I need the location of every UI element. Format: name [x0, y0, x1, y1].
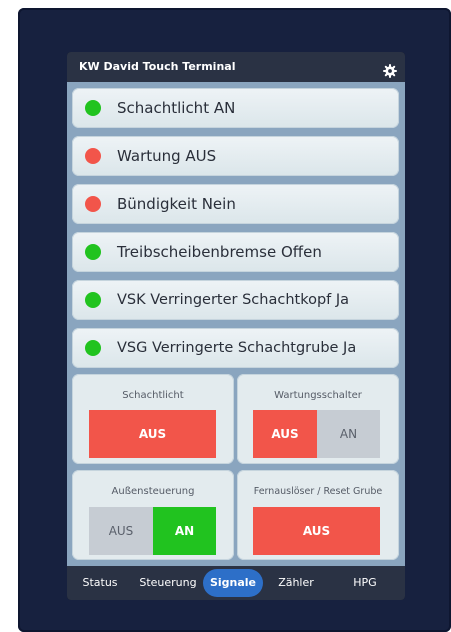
panel-wartungsschalter: Wartungsschalter AUS AN [237, 374, 399, 464]
panel-fernausloeser: Fernauslöser / Reset Grube AUS [237, 470, 399, 560]
signal-row-vsk: VSK Verringerter Schachtkopf Ja [72, 280, 399, 320]
signal-row-vsg: VSG Verringerte Schachtgrube Ja [72, 328, 399, 368]
wartungsschalter-aus-button[interactable]: AUS [253, 410, 317, 458]
signal-label: Bündigkeit Nein [117, 195, 236, 213]
signal-row-wartung: Wartung AUS [72, 136, 399, 176]
status-indicator-red [85, 148, 101, 164]
title-bar: KW David Touch Terminal [67, 52, 405, 82]
signal-label: Wartung AUS [117, 147, 217, 165]
panel-aussensteuerung: Außensteuerung AUS AN [72, 470, 234, 560]
signal-row-treibscheibenbremse: Treibscheibenbremse Offen [72, 232, 399, 272]
aussensteuerung-aus-button[interactable]: AUS [89, 507, 153, 555]
signal-label: VSK Verringerter Schachtkopf Ja [117, 292, 350, 308]
window-title: KW David Touch Terminal [79, 60, 236, 73]
panel-title: Schachtlicht [122, 390, 184, 401]
signal-label: Treibscheibenbremse Offen [117, 243, 322, 261]
status-indicator-green [85, 244, 101, 260]
signal-row-schachtlicht: Schachtlicht AN [72, 88, 399, 128]
status-indicator-green [85, 100, 101, 116]
bottom-navigation: Status Steuerung Signale Zähler HPG [67, 566, 405, 600]
panel-title: Wartungsschalter [274, 390, 362, 401]
tab-signale[interactable]: Signale [203, 569, 263, 597]
panel-title: Fernauslöser / Reset Grube [253, 486, 383, 497]
signal-label: VSG Verringerte Schachtgrube Ja [117, 340, 357, 356]
signals-content: Schachtlicht AN Wartung AUS Bündigkeit N… [67, 82, 405, 566]
tab-steuerung[interactable]: Steuerung [133, 566, 203, 600]
signal-label: Schachtlicht AN [117, 99, 236, 117]
status-indicator-red [85, 196, 101, 212]
gear-icon[interactable] [383, 60, 397, 78]
tab-status[interactable]: Status [77, 566, 123, 600]
tab-zaehler[interactable]: Zähler [275, 566, 317, 600]
tab-hpg[interactable]: HPG [345, 566, 385, 600]
signal-row-buendigkeit: Bündigkeit Nein [72, 184, 399, 224]
schachtlicht-aus-button[interactable]: AUS [89, 410, 216, 458]
status-indicator-green [85, 340, 101, 356]
touch-screen: KW David Touch Terminal Schachtlicht AN … [67, 52, 405, 600]
fernausloeser-aus-button[interactable]: AUS [253, 507, 380, 555]
panel-title: Außensteuerung [111, 486, 195, 497]
panel-schachtlicht: Schachtlicht AUS [72, 374, 234, 464]
aussensteuerung-an-button[interactable]: AN [153, 507, 216, 555]
status-indicator-green [85, 292, 101, 308]
wartungsschalter-an-button[interactable]: AN [317, 410, 380, 458]
